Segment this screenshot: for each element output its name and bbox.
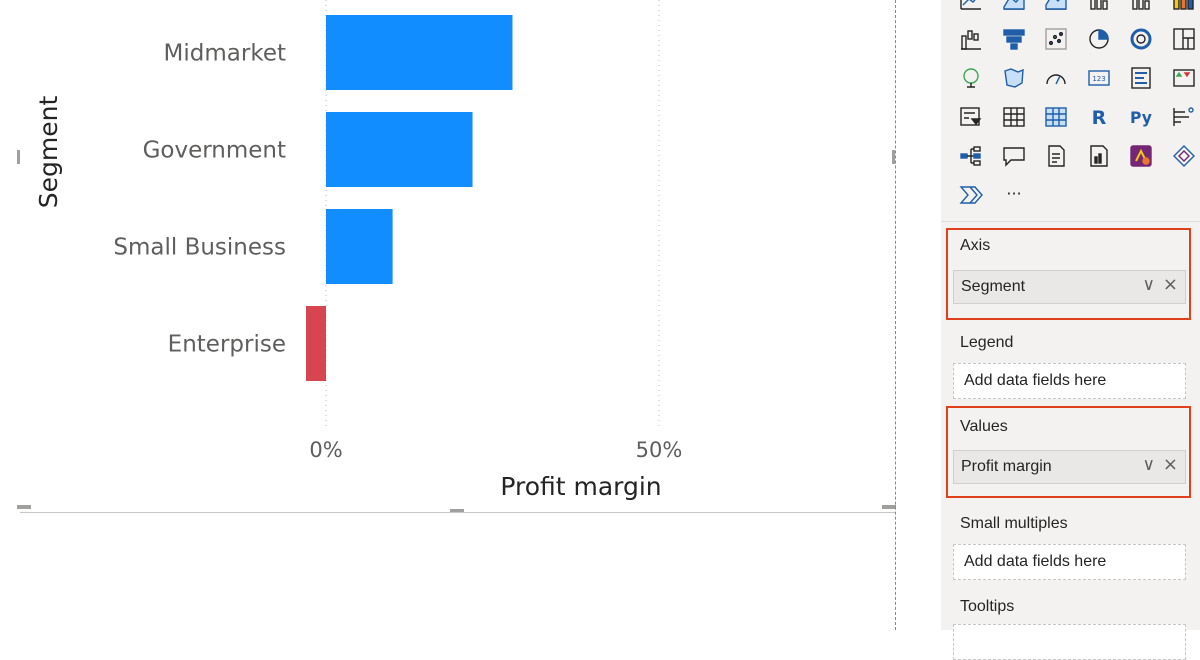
visual-gallery: 123 R Py ··· — [941, 0, 1200, 222]
x-tick-label: 0% — [309, 438, 342, 462]
table-icon[interactable] — [1000, 103, 1028, 131]
svg-text:···: ··· — [1006, 184, 1021, 203]
pie-chart-icon[interactable] — [1085, 25, 1113, 53]
power-automate-icon[interactable] — [1170, 142, 1198, 170]
power-apps-icon[interactable] — [1127, 142, 1155, 170]
bar — [326, 112, 473, 187]
qa-icon[interactable] — [1000, 142, 1028, 170]
chevron-down-icon[interactable]: ∨ — [1143, 455, 1155, 475]
multi-row-card-icon[interactable] — [1127, 64, 1155, 92]
bar — [326, 15, 513, 90]
treemap-icon[interactable] — [1170, 25, 1198, 53]
values-field-name: Profit margin — [961, 458, 1052, 475]
x-tick-label: 50% — [636, 438, 683, 462]
category-label: Midmarket — [164, 41, 286, 67]
visual-border-bottom — [20, 512, 895, 513]
visualizations-pane: 123 R Py ··· Axis Segment ∨ × Legend Add da… — [941, 0, 1200, 660]
r-visual-icon[interactable]: R — [1085, 103, 1113, 131]
category-label: Government — [143, 138, 286, 164]
resize-handle-bottom-right[interactable] — [882, 505, 896, 509]
more-visuals-icon[interactable]: ··· — [1000, 181, 1028, 209]
report-canvas: Midmarket Government Small Business Enterpr… — [0, 0, 896, 630]
legend-drop-zone[interactable]: Add data fields here — [953, 363, 1186, 399]
scatter-chart-icon[interactable] — [1042, 25, 1070, 53]
chart-svg: Midmarket Government Small Business Enterpr… — [34, 0, 683, 501]
canvas-edge — [895, 0, 896, 630]
python-visual-icon[interactable]: Py — [1127, 103, 1155, 131]
map-icon[interactable] — [957, 64, 985, 92]
stacked-area-icon[interactable] — [1042, 0, 1070, 14]
legend-placeholder: Add data fields here — [964, 372, 1107, 389]
filled-map-icon[interactable] — [1000, 64, 1028, 92]
y-axis-title: Segment — [34, 96, 63, 209]
line-clustered-column-icon[interactable] — [1085, 0, 1113, 14]
small-multiples-placeholder: Add data fields here — [964, 553, 1107, 570]
category-label: Small Business — [113, 235, 286, 261]
donut-chart-icon[interactable] — [1127, 25, 1155, 53]
chevron-down-icon[interactable]: ∨ — [1143, 275, 1155, 295]
values-field-pill[interactable]: Profit margin ∨ × — [953, 450, 1186, 484]
tooltips-well-title: Tooltips — [960, 598, 1015, 615]
card-icon[interactable]: 123 — [1085, 64, 1113, 92]
clustered-bar-chart-visual[interactable]: Midmarket Government Small Business Enterpr… — [17, 0, 896, 513]
funnel-icon[interactable] — [1000, 25, 1028, 53]
svg-text:Py: Py — [1130, 109, 1152, 127]
axis-well-title: Axis — [960, 237, 991, 254]
values-well-title: Values — [960, 418, 1008, 435]
close-icon[interactable]: × — [1163, 454, 1178, 475]
bar — [326, 209, 393, 284]
axis-field-name: Segment — [961, 278, 1026, 295]
bar — [306, 306, 326, 381]
ribbon-chart-icon[interactable] — [1170, 0, 1198, 14]
axis-field-pill[interactable]: Segment ∨ × — [953, 270, 1186, 304]
resize-handle-left[interactable] — [17, 150, 20, 164]
svg-text:R: R — [1091, 107, 1106, 129]
category-label: Enterprise — [168, 332, 286, 358]
kpi-icon[interactable] — [1170, 64, 1198, 92]
decomposition-tree-icon[interactable] — [957, 142, 985, 170]
close-icon[interactable]: × — [1163, 274, 1178, 295]
area-chart-icon[interactable] — [1000, 0, 1028, 14]
legend-well-title: Legend — [960, 334, 1014, 351]
power-automate-flow-icon[interactable] — [957, 181, 985, 209]
waterfall-chart-icon[interactable] — [957, 25, 985, 53]
small-multiples-well-title: Small multiples — [960, 515, 1068, 532]
small-multiples-drop-zone[interactable]: Add data fields here — [953, 544, 1186, 580]
paginated-report-icon[interactable] — [1085, 142, 1113, 170]
key-influencers-icon[interactable] — [1170, 103, 1198, 131]
svg-text:123: 123 — [1092, 75, 1105, 83]
matrix-icon[interactable] — [1042, 103, 1070, 131]
slicer-icon[interactable] — [957, 103, 985, 131]
smart-narrative-icon[interactable] — [1042, 142, 1070, 170]
tooltips-drop-zone[interactable] — [953, 624, 1186, 660]
gauge-icon[interactable] — [1042, 64, 1070, 92]
line-stacked-column-icon[interactable] — [1127, 0, 1155, 14]
line-chart-icon[interactable] — [957, 0, 985, 14]
resize-handle-bottom-left[interactable] — [17, 505, 31, 509]
x-axis-title: Profit margin — [500, 472, 661, 501]
